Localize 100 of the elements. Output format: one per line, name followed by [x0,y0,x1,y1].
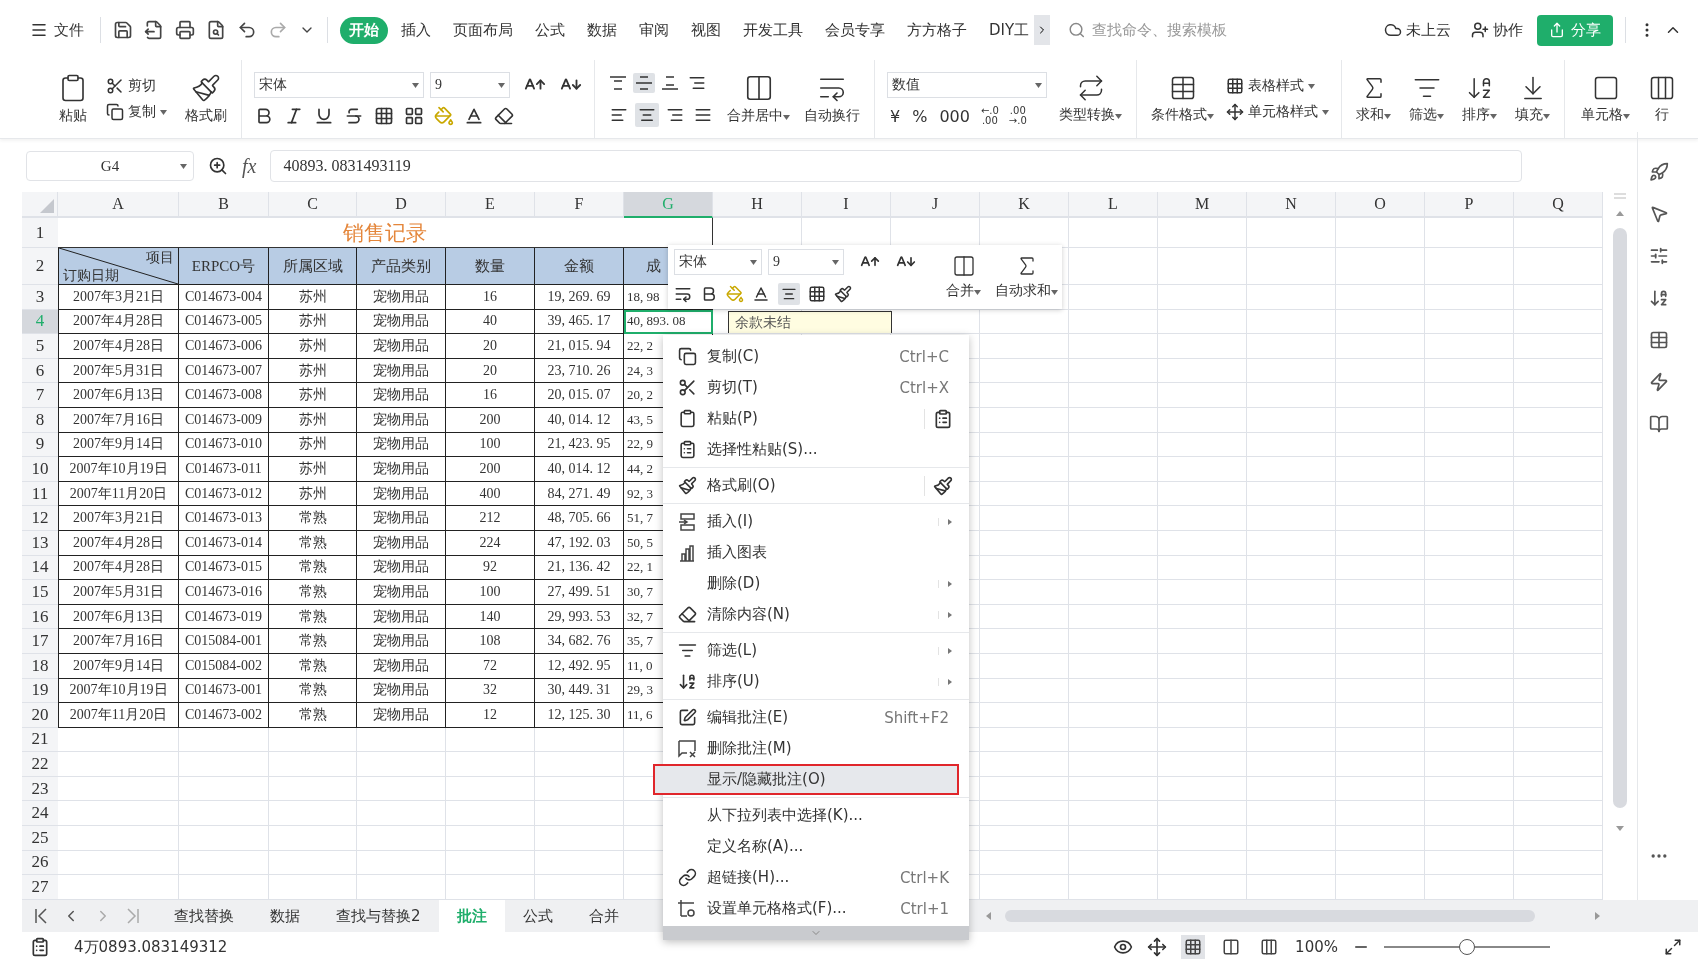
table-cell: 72 [446,653,535,679]
table-cell: 苏州 [269,334,357,359]
table-cell: 2007年9月14日 [58,653,179,679]
shortcut-label: Ctrl+1 [900,899,949,918]
table-cell: 200 [446,407,535,433]
table-cell: 2007年4月28日 [58,334,179,359]
shortcut-label: Ctrl+X [899,378,949,397]
table-cell: 16 [446,285,535,310]
table-header-cell: 所属区域 [269,248,357,285]
table-cell: 宠物用品 [357,383,446,408]
table-cell: 苏州 [269,481,357,507]
table-cell: 苏州 [269,407,357,433]
table-cell: 40, 014. 12 [535,407,624,433]
table-cell: 2007年4月28日 [58,555,179,581]
table-cell: 20 [446,334,535,359]
table-cell: 12, 125. 30 [535,703,624,728]
table-cell: 92 [446,555,535,581]
table-cell: 2007年7月16日 [58,407,179,433]
table-cell: 宠物用品 [357,407,446,433]
table-cell: C014673-008 [179,383,269,408]
table-cell: 2007年5月31日 [58,358,179,384]
table-cell: 20, 015. 07 [535,383,624,408]
table-cell: 常熟 [269,506,357,531]
table-header-cell: 金额 [535,248,624,285]
table-cell: 宠物用品 [357,530,446,556]
table-cell: 宠物用品 [357,358,446,384]
table-cell: 宠物用品 [357,580,446,605]
table-cell: 苏州 [269,358,357,384]
table-cell: C015084-002 [179,653,269,679]
table-cell: 宠物用品 [357,432,446,458]
table-cell: 19, 269. 69 [535,285,624,310]
table-cell: 30, 449. 31 [535,678,624,704]
table-cell: 21, 136. 42 [535,555,624,581]
table-cell: 2007年4月28日 [58,530,179,556]
table-cell: 100 [446,432,535,458]
table-cell: 2007年5月31日 [58,580,179,605]
table-cell: 宠物用品 [357,285,446,310]
table-header-cell: ERPCO号 [179,248,269,285]
table-cell: 27, 499. 51 [535,580,624,605]
table-cell: 12 [446,703,535,728]
table-cell: 108 [446,629,535,654]
table-cell: 32 [446,678,535,704]
table-cell: 29, 993. 53 [535,604,624,630]
table-cell: C014673-013 [179,506,269,531]
header-label: 订购日期 [63,267,119,285]
table-cell: 宠物用品 [357,457,446,482]
table-cell: 苏州 [269,285,357,310]
table-cell: 苏州 [269,309,357,335]
table-cell: 常熟 [269,653,357,679]
table-cell: 16 [446,383,535,408]
table-cell: 2007年3月21日 [58,285,179,310]
table-cell: C014673-014 [179,530,269,556]
table-cell: C014673-012 [179,481,269,507]
table-cell: 常熟 [269,604,357,630]
table-cell: 常熟 [269,580,357,605]
table-cell: C014673-007 [179,358,269,384]
table-cell: 212 [446,506,535,531]
table-cell: 2007年6月13日 [58,383,179,408]
table-cell: 常熟 [269,678,357,704]
table-cell: 40, 893. 08 [624,309,713,335]
table-cell: 常熟 [269,555,357,581]
table-cell: C014673-009 [179,407,269,433]
table-cell: C014673-019 [179,604,269,630]
table-cell: 常熟 [269,703,357,728]
table-header-cell: 产品类别 [357,248,446,285]
table-cell: 39, 465. 17 [535,309,624,335]
table-cell: 84, 271. 49 [535,481,624,507]
table-cell: 224 [446,530,535,556]
table-cell: 苏州 [269,432,357,458]
table-cell: C014673-011 [179,457,269,482]
table-cell: 2007年11月20日 [58,703,179,728]
table-cell: 苏州 [269,457,357,482]
shortcut-label: Ctrl+C [899,347,949,366]
table-cell: 常熟 [269,629,357,654]
table-cell: 2007年6月13日 [58,604,179,630]
table-header-cell: 数量 [446,248,535,285]
comment-tooltip: 余款未结 [728,311,892,333]
table-cell: 2007年4月28日 [58,309,179,335]
table-cell: 宠物用品 [357,309,446,335]
table-cell: 2007年9月14日 [58,432,179,458]
table-cell: 2007年7月16日 [58,629,179,654]
header-label: 项目 [146,249,174,267]
shortcut-label: Shift+F2 [884,708,949,727]
table-cell: 2007年3月21日 [58,506,179,531]
table-cell: C014673-001 [179,678,269,704]
table-cell: 21, 423. 95 [535,432,624,458]
table-cell: 34, 682. 76 [535,629,624,654]
table-cell: 苏州 [269,383,357,408]
table-cell: C014673-005 [179,309,269,335]
table-cell: C015084-001 [179,629,269,654]
table-cell: 宠物用品 [357,555,446,581]
table-cell: C014673-016 [179,580,269,605]
table-cell: 2007年10月19日 [58,457,179,482]
table-cell: 2007年10月19日 [58,678,179,704]
table-cell: C014673-006 [179,334,269,359]
table-cell: C014673-010 [179,432,269,458]
table-cell: 宠物用品 [357,334,446,359]
table-cell: 47, 192. 03 [535,530,624,556]
table-cell: 400 [446,481,535,507]
shortcut-label: Ctrl+K [899,868,949,887]
